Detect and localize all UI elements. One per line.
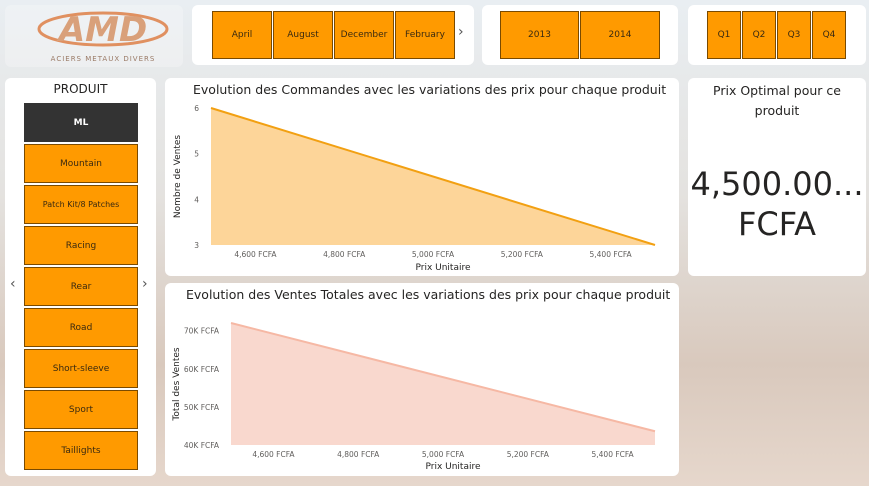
- year-2014-button[interactable]: 2014: [580, 11, 660, 59]
- ventes-y-tick-label: 60K FCFA: [184, 365, 220, 374]
- prix-optimal-card: Prix Optimal pour ce produit 4,500.00...…: [688, 78, 866, 276]
- product-slicer-title: PRODUIT: [53, 82, 108, 96]
- commandes-y-tick-label: 5: [194, 150, 199, 159]
- product-item-ml[interactable]: ML: [24, 103, 138, 142]
- product-item-taillights[interactable]: Taillights: [24, 431, 138, 470]
- ventes-x-tick-label: 5,000 FCFA: [422, 450, 465, 459]
- commandes-y-tick-label: 4: [194, 195, 199, 204]
- ventes-y-tick-label: 70K FCFA: [184, 327, 220, 336]
- commandes-x-tick-label: 4,800 FCFA: [323, 250, 366, 259]
- ventes-area-fill: [231, 323, 655, 445]
- commandes-area-chart[interactable]: 4,600 FCFA 4,800 FCFA 5,000 FCFA 5,200 FCFA…: [165, 78, 679, 276]
- product-item-road[interactable]: Road: [24, 308, 138, 347]
- logo-mark: AMD: [56, 10, 147, 50]
- product-item-sport[interactable]: Sport: [24, 390, 138, 429]
- commandes-x-tick-label: 4,600 FCFA: [234, 250, 277, 259]
- product-item-patch-kit[interactable]: Patch Kit/8 Patches: [24, 185, 138, 224]
- ventes-chart-card: Evolution des Ventes Totales avec les va…: [165, 283, 679, 476]
- ventes-x-tick-label: 5,200 FCFA: [507, 450, 550, 459]
- commandes-chart-card: Evolution des Commandes avec les variati…: [165, 78, 679, 276]
- ventes-x-axis-label: Prix Unitaire: [425, 462, 480, 472]
- ventes-x-tick-label: 5,400 FCFA: [592, 450, 635, 459]
- commandes-y-axis-label: Nombre de Ventes: [173, 135, 183, 218]
- chevron-left-icon[interactable]: ‹: [10, 276, 16, 292]
- quarter-slicer: Q1 Q2 Q3 Q4: [688, 5, 866, 65]
- month-august-button[interactable]: August: [273, 11, 333, 59]
- prix-optimal-value: 4,500.00...: [690, 165, 864, 203]
- logo-card: AMD ACIERS METAUX DIVERS: [5, 5, 183, 67]
- quarter-q1-button[interactable]: Q1: [707, 11, 741, 59]
- month-december-button[interactable]: December: [334, 11, 394, 59]
- commandes-y-tick-label: 3: [194, 241, 199, 250]
- ventes-area-chart[interactable]: 4,600 FCFA 4,800 FCFA 5,000 FCFA 5,200 FCFA…: [165, 283, 679, 476]
- commandes-x-axis-label: Prix Unitaire: [415, 263, 470, 273]
- ventes-y-axis-label: Total des Ventes: [172, 347, 182, 421]
- month-april-button[interactable]: April: [212, 11, 272, 59]
- amd-logo: AMD ACIERS METAUX DIVERS: [37, 10, 169, 63]
- product-item-mountain[interactable]: Mountain: [24, 144, 138, 183]
- quarter-q3-button[interactable]: Q3: [777, 11, 811, 59]
- ventes-x-tick-label: 4,800 FCFA: [337, 450, 380, 459]
- month-february-button[interactable]: February: [395, 11, 455, 59]
- year-slicer: 2013 2014: [482, 5, 678, 65]
- product-item-short-sleeve[interactable]: Short-sleeve: [24, 349, 138, 388]
- quarter-q2-button[interactable]: Q2: [742, 11, 776, 59]
- prix-optimal-title: Prix Optimal pour ce produit: [713, 83, 841, 118]
- quarter-q4-button[interactable]: Q4: [812, 11, 846, 59]
- year-2013-button[interactable]: 2013: [500, 11, 579, 59]
- product-item-racing[interactable]: Racing: [24, 226, 138, 265]
- ventes-y-tick-label: 50K FCFA: [184, 403, 220, 412]
- chevron-right-icon[interactable]: ›: [458, 24, 464, 40]
- product-slicer: PRODUIT ML Mountain Patch Kit/8 Patches …: [5, 78, 156, 476]
- commandes-x-tick-label: 5,400 FCFA: [590, 250, 633, 259]
- commandes-x-tick-label: 5,000 FCFA: [412, 250, 455, 259]
- product-item-rear[interactable]: Rear: [24, 267, 138, 306]
- ventes-x-tick-label: 4,600 FCFA: [252, 450, 295, 459]
- logo-tagline: ACIERS METAUX DIVERS: [51, 55, 156, 63]
- month-slicer: April August December February ›: [192, 5, 474, 65]
- commandes-y-tick-label: 6: [194, 104, 199, 113]
- commandes-x-tick-label: 5,200 FCFA: [501, 250, 544, 259]
- prix-optimal-currency: FCFA: [737, 205, 817, 243]
- ventes-y-tick-label: 40K FCFA: [184, 441, 220, 450]
- chevron-right-icon[interactable]: ›: [142, 276, 148, 292]
